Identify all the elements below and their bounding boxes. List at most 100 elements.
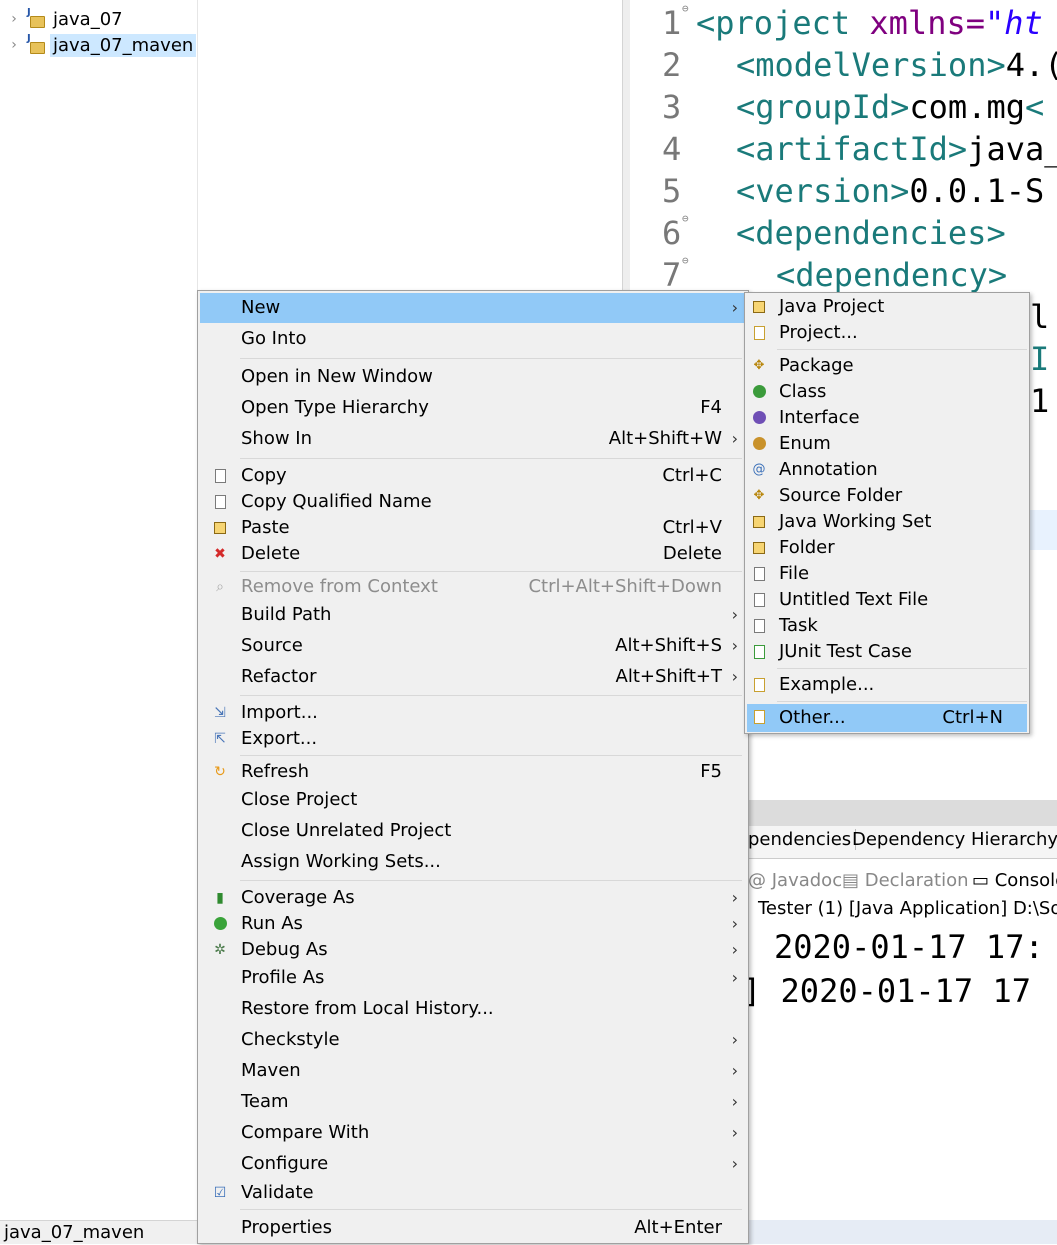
tab-dependency-hierarchy[interactable]: Dependency Hierarchy	[848, 829, 1057, 850]
menu-item-configure[interactable]: Configure ›	[200, 1149, 746, 1179]
submenu-item-java-working-set[interactable]: Java Working Set	[747, 509, 1027, 535]
menu-item-label: Remove from Context	[241, 576, 438, 597]
menu-item-label: Properties	[241, 1217, 332, 1238]
menu-item-label: Checkstyle	[241, 1029, 340, 1050]
chevron-right-icon: ›	[731, 1092, 738, 1111]
menu-item-validate[interactable]: ☑ Validate	[200, 1178, 746, 1208]
current-line-highlight	[1030, 510, 1057, 550]
status-bar: java_07_maven	[0, 1220, 197, 1244]
code-peek: I	[1030, 340, 1049, 382]
run-icon	[212, 916, 228, 932]
tab-declaration[interactable]: ▤ Declaration	[842, 870, 969, 891]
menu-item-restore-from-local-history[interactable]: Restore from Local History...	[200, 994, 746, 1024]
menu-item-debug-as[interactable]: ✲ Debug As ›	[200, 935, 746, 965]
menu-item-shortcut: Alt+Shift+W	[608, 428, 722, 449]
source-folder-icon: ✥	[753, 488, 765, 503]
submenu-item-label: Folder	[779, 537, 835, 558]
tab-console[interactable]: ▭ Console	[972, 870, 1057, 891]
line-number: 6	[662, 214, 682, 252]
menu-item-build-path[interactable]: Build Path ›	[200, 600, 746, 630]
submenu-item-other[interactable]: Other... Ctrl+N	[747, 704, 1027, 732]
fold-icon[interactable]: ⊖	[682, 2, 689, 15]
submenu-item-file[interactable]: File	[747, 561, 1027, 587]
tree-item-label: java_07	[53, 8, 123, 30]
debug-icon: ✲	[214, 942, 226, 958]
menu-item-refactor[interactable]: Refactor Alt+Shift+T ›	[200, 662, 746, 692]
menu-item-profile-as[interactable]: Profile As ›	[200, 963, 746, 993]
menu-item-close-unrelated-project[interactable]: Close Unrelated Project	[200, 816, 746, 846]
bottom-views: pendencies Dependency Hierarchy @ Javado…	[748, 800, 1057, 1244]
submenu-item-package[interactable]: ✥ Package	[747, 353, 1027, 379]
submenu-item-label: Untitled Text File	[779, 589, 929, 610]
submenu-item-example[interactable]: Example...	[747, 672, 1027, 698]
package-icon: ✥	[753, 358, 765, 373]
coverage-icon: ▮	[216, 890, 224, 906]
chevron-right-icon: ›	[731, 667, 738, 686]
expand-arrow-icon[interactable]: ›	[0, 11, 28, 27]
menu-item-go-into[interactable]: Go Into	[200, 324, 746, 354]
submenu-item-interface[interactable]: Interface	[747, 405, 1027, 431]
chevron-right-icon: ›	[731, 1061, 738, 1080]
chevron-right-icon: ›	[731, 429, 738, 448]
submenu-item-folder[interactable]: Folder	[747, 535, 1027, 561]
submenu-item-untitled-text-file[interactable]: Untitled Text File	[747, 587, 1027, 613]
menu-separator	[777, 668, 1027, 669]
submenu-item-annotation[interactable]: @ Annotation	[747, 457, 1027, 483]
menu-item-source[interactable]: Source Alt+Shift+S ›	[200, 631, 746, 661]
menu-separator	[777, 349, 1027, 350]
fold-icon[interactable]: ⊖	[682, 254, 689, 267]
submenu-item-label: Enum	[779, 433, 831, 454]
menu-item-refresh[interactable]: ↻ Refresh F5	[200, 757, 746, 787]
menu-item-show-in[interactable]: Show In Alt+Shift+W ›	[200, 424, 746, 454]
submenu-item-label: Package	[779, 355, 854, 376]
menu-item-team[interactable]: Team ›	[200, 1087, 746, 1117]
chevron-right-icon: ›	[731, 1030, 738, 1049]
xml-text: 0.0.1-S	[909, 172, 1045, 210]
submenu-item-label: Task	[779, 615, 818, 636]
menu-item-delete[interactable]: ✖ Delete Delete	[200, 539, 746, 569]
submenu-item-label: Project...	[779, 322, 858, 343]
submenu-item-task[interactable]: Task	[747, 613, 1027, 639]
empty-pane	[197, 0, 623, 292]
menu-item-compare-with[interactable]: Compare With ›	[200, 1118, 746, 1148]
code-fragment: l	[1030, 298, 1050, 336]
tab-javadoc[interactable]: @ Javadoc	[748, 870, 842, 891]
xml-attribute: xmlns=	[869, 4, 985, 42]
menu-item-maven[interactable]: Maven ›	[200, 1056, 746, 1086]
refresh-icon: ↻	[214, 764, 226, 780]
xml-string: "ht	[984, 4, 1043, 42]
menu-item-close-project[interactable]: Close Project	[200, 785, 746, 815]
submenu-item-java-project[interactable]: Java Project	[747, 294, 1027, 320]
class-icon	[751, 384, 767, 400]
menu-item-label: Refactor	[241, 666, 317, 687]
submenu-item-enum[interactable]: Enum	[747, 431, 1027, 457]
tree-item-java-07[interactable]: › java_07	[0, 6, 126, 32]
submenu-item-label: Annotation	[779, 459, 878, 480]
menu-item-checkstyle[interactable]: Checkstyle ›	[200, 1025, 746, 1055]
chevron-right-icon: ›	[731, 298, 738, 317]
enum-icon	[751, 436, 767, 452]
menu-item-export[interactable]: ⇱ Export...	[200, 724, 746, 754]
submenu-item-source-folder[interactable]: ✥ Source Folder	[747, 483, 1027, 509]
submenu-item-class[interactable]: Class	[747, 379, 1027, 405]
fold-icon[interactable]: ⊖	[682, 212, 689, 225]
line-number: 7	[662, 256, 682, 294]
delete-icon: ✖	[214, 546, 226, 562]
tab-dependencies[interactable]: pendencies	[748, 829, 857, 850]
tab-label: Declaration	[864, 870, 969, 891]
menu-separator	[240, 358, 742, 359]
menu-item-label: Show In	[241, 428, 313, 449]
remove-context-icon: ⌕	[216, 579, 224, 595]
submenu-item-project[interactable]: Project...	[747, 320, 1027, 346]
menu-item-open-in-new-window[interactable]: Open in New Window	[200, 362, 746, 392]
tree-item-java-07-maven[interactable]: › java_07_maven	[0, 32, 197, 58]
menu-item-open-type-hierarchy[interactable]: Open Type Hierarchy F4	[200, 393, 746, 423]
menu-item-new[interactable]: New ›	[200, 293, 746, 323]
expand-arrow-icon[interactable]: ›	[0, 37, 28, 53]
menu-item-assign-working-sets[interactable]: Assign Working Sets...	[200, 847, 746, 877]
menu-item-label: Close Project	[241, 789, 358, 810]
menu-item-properties[interactable]: Properties Alt+Enter	[200, 1213, 746, 1243]
submenu-item-junit-test-case[interactable]: JUnit Test Case	[747, 639, 1027, 665]
export-icon: ⇱	[214, 731, 226, 747]
text-file-icon	[751, 592, 767, 608]
